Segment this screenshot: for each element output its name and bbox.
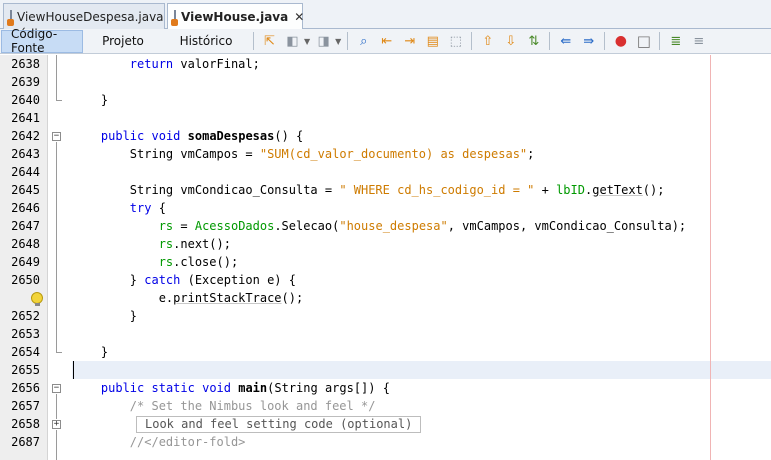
tab-historico[interactable]: Histórico: [163, 30, 249, 53]
code-editor[interactable]: − − + 2638 2639 2640 2641 2642 2643 2644…: [0, 55, 771, 460]
line-number: 2687: [11, 435, 40, 449]
collapsed-fold[interactable]: Look and feel setting code (optional): [136, 416, 422, 433]
shift-left-icon[interactable]: ⇚: [557, 32, 575, 50]
close-icon[interactable]: ✕: [294, 10, 304, 24]
toggle-bookmark-icon[interactable]: ⇅: [525, 32, 543, 50]
comment-icon[interactable]: ≣: [667, 32, 685, 50]
code-line[interactable]: rs.next();: [72, 235, 231, 253]
line-number: 2643: [11, 147, 40, 161]
code-line[interactable]: String vmCondicao_Consulta = " WHERE cd_…: [72, 181, 665, 199]
fold-guide: [56, 394, 57, 419]
code-line[interactable]: }: [72, 91, 108, 109]
shift-right-icon[interactable]: ⇛: [580, 32, 598, 50]
toolbar-separator: [253, 32, 254, 50]
line-number: [0, 451, 40, 460]
toolbar-separator: [347, 32, 349, 50]
code-line[interactable]: try {: [72, 199, 166, 217]
code-line[interactable]: }: [72, 307, 137, 325]
toolbar-separator: [659, 32, 661, 50]
last-edit-icon[interactable]: ⇱: [261, 32, 279, 50]
fold-guide: [56, 430, 57, 460]
toolbar-separator: [549, 32, 551, 50]
line-number: 2645: [11, 183, 40, 197]
java-file-icon: [7, 9, 14, 26]
line-number: 2658: [11, 417, 40, 431]
chevron-down-icon[interactable]: ▼: [304, 37, 310, 46]
line-number: 2652: [11, 309, 40, 323]
code-line[interactable]: rs = AcessoDados.Selecao("house_despesa"…: [72, 217, 686, 235]
line-number: 2638: [11, 57, 40, 71]
forward-icon[interactable]: ◨: [315, 32, 333, 50]
java-file-icon: [171, 10, 178, 26]
code-line[interactable]: String vmCampos = "SUM(cd_valor_document…: [72, 145, 535, 163]
editor-toolbar: Código-Fonte Projeto Histórico ⇱ ◧ ▼ ◨ ▼ ⌕…: [0, 27, 771, 55]
back-icon[interactable]: ◧: [284, 32, 302, 50]
line-number: 2650: [11, 273, 40, 287]
line-number: 2639: [11, 75, 40, 89]
line-number: 2646: [11, 201, 40, 215]
find-previous-icon[interactable]: ⇤: [378, 32, 396, 50]
code-line[interactable]: //</editor-fold>: [72, 433, 246, 451]
right-margin-guide: [710, 55, 711, 460]
find-next-icon[interactable]: ⇥: [401, 32, 419, 50]
text-caret: [73, 361, 74, 379]
fold-guide: [56, 142, 57, 352]
tab-viewhousedespesa[interactable]: ViewHouseDespesa.java ✕: [3, 3, 180, 29]
tab-codigo-fonte[interactable]: Código-Fonte: [1, 27, 83, 55]
line-number: 2653: [11, 327, 40, 341]
line-number: 2642: [11, 129, 40, 143]
start-macro-recording-icon[interactable]: ●: [612, 32, 630, 50]
code-line[interactable]: public static void main(String args[]) {: [72, 379, 390, 397]
find-icon[interactable]: ⌕: [355, 32, 373, 50]
line-number: 2647: [11, 219, 40, 233]
code-line[interactable]: return valorFinal;: [72, 55, 260, 73]
line-number: 2656: [11, 381, 40, 395]
fold-guide: [56, 352, 62, 353]
chevron-down-icon[interactable]: ▼: [335, 37, 341, 46]
tab-viewhouse[interactable]: ViewHouse.java ✕: [167, 3, 304, 30]
line-number: [0, 289, 40, 307]
code-line[interactable]: /* Set the Nimbus look and feel */: [72, 397, 376, 415]
fold-guide: [56, 55, 57, 100]
tab-label: ViewHouse.java: [181, 10, 289, 24]
tab-label: ViewHouseDespesa.java: [17, 9, 164, 24]
toggle-highlight-icon[interactable]: ⬚: [447, 32, 465, 50]
fold-margin: [48, 55, 72, 460]
toolbar-separator: [604, 32, 606, 50]
fold-collapse-icon[interactable]: −: [52, 132, 61, 141]
code-line[interactable]: public void somaDespesas() {: [72, 127, 303, 145]
line-number: 2648: [11, 237, 40, 251]
fold-collapse-icon[interactable]: −: [52, 384, 61, 393]
line-number: 2655: [11, 363, 40, 377]
editor-tab-bar: ViewHouseDespesa.java ✕ ViewHouse.java ✕: [0, 0, 771, 30]
stop-macro-recording-icon[interactable]: □: [635, 32, 653, 50]
find-selection-icon[interactable]: ▤: [424, 32, 442, 50]
line-number: 2640: [11, 93, 40, 107]
uncomment-icon[interactable]: ≡: [690, 32, 708, 50]
tab-projeto[interactable]: Projeto: [83, 30, 163, 53]
line-number: 2644: [11, 165, 40, 179]
fold-expand-icon[interactable]: +: [52, 420, 61, 429]
code-line[interactable]: }: [72, 343, 108, 361]
code-line[interactable]: } catch (Exception e) {: [72, 271, 296, 289]
line-number: 2657: [11, 399, 40, 413]
toolbar-separator: [471, 32, 473, 50]
line-number: 2654: [11, 345, 40, 359]
next-bookmark-icon[interactable]: ⇩: [502, 32, 520, 50]
current-line-highlight: [72, 361, 771, 379]
code-line[interactable]: rs.close();: [72, 253, 238, 271]
code-line[interactable]: e.printStackTrace();: [72, 289, 304, 307]
line-number: 2641: [11, 111, 40, 125]
line-number: 2649: [11, 255, 40, 269]
fold-guide: [56, 100, 62, 101]
previous-bookmark-icon[interactable]: ⇧: [479, 32, 497, 50]
